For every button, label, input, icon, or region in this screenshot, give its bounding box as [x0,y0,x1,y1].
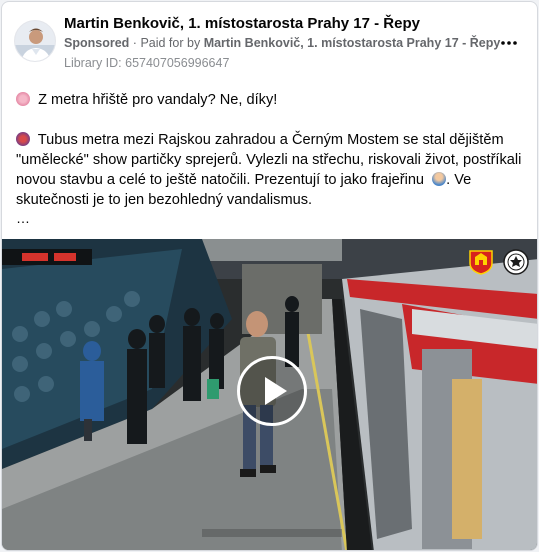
paragraph-1-text: Z metra hřiště pro vandaly? Ne, díky! [38,92,278,108]
library-id: Library ID: 657407056996647 [64,56,230,70]
avatar[interactable] [14,20,56,62]
page-name-link[interactable]: Martin Benkovič, 1. místostarosta Prahy … [64,15,420,32]
prague-coat-of-arms-icon [468,249,494,275]
flower-emoji-icon [16,92,30,106]
police-badge-icon [503,249,529,275]
see-more-link[interactable]: … [16,210,30,226]
post-text: Z metra hřiště pro vandaly? Ne, díky! Tu… [16,90,526,230]
paid-for-name[interactable]: Martin Benkovič, 1. místostarosta Prahy … [204,36,501,50]
more-options-button[interactable] [494,28,524,58]
meta-separator: · [132,36,137,50]
play-icon [265,377,287,405]
more-horizontal-icon [501,41,517,45]
sponsored-post-card: Martin Benkovič, 1. místostarosta Prahy … [1,1,538,551]
sponsored-meta: Sponsored · Paid for by Martin Benkovič,… [64,36,500,50]
person-shrug-emoji-icon [432,172,447,186]
play-button[interactable] [237,356,307,426]
video-player[interactable] [2,239,537,550]
metro-emoji-icon [16,132,30,146]
post-paragraph-1: Z metra hřiště pro vandaly? Ne, díky! [16,90,526,110]
post-paragraph-2: Tubus metra mezi Rajskou zahradou a Čern… [16,130,526,210]
sponsored-label: Sponsored [64,36,130,50]
profile-photo [15,21,55,61]
post-header: Martin Benkovič, 1. místostarosta Prahy … [2,2,537,74]
paid-for-prefix: Paid for by [140,36,201,50]
